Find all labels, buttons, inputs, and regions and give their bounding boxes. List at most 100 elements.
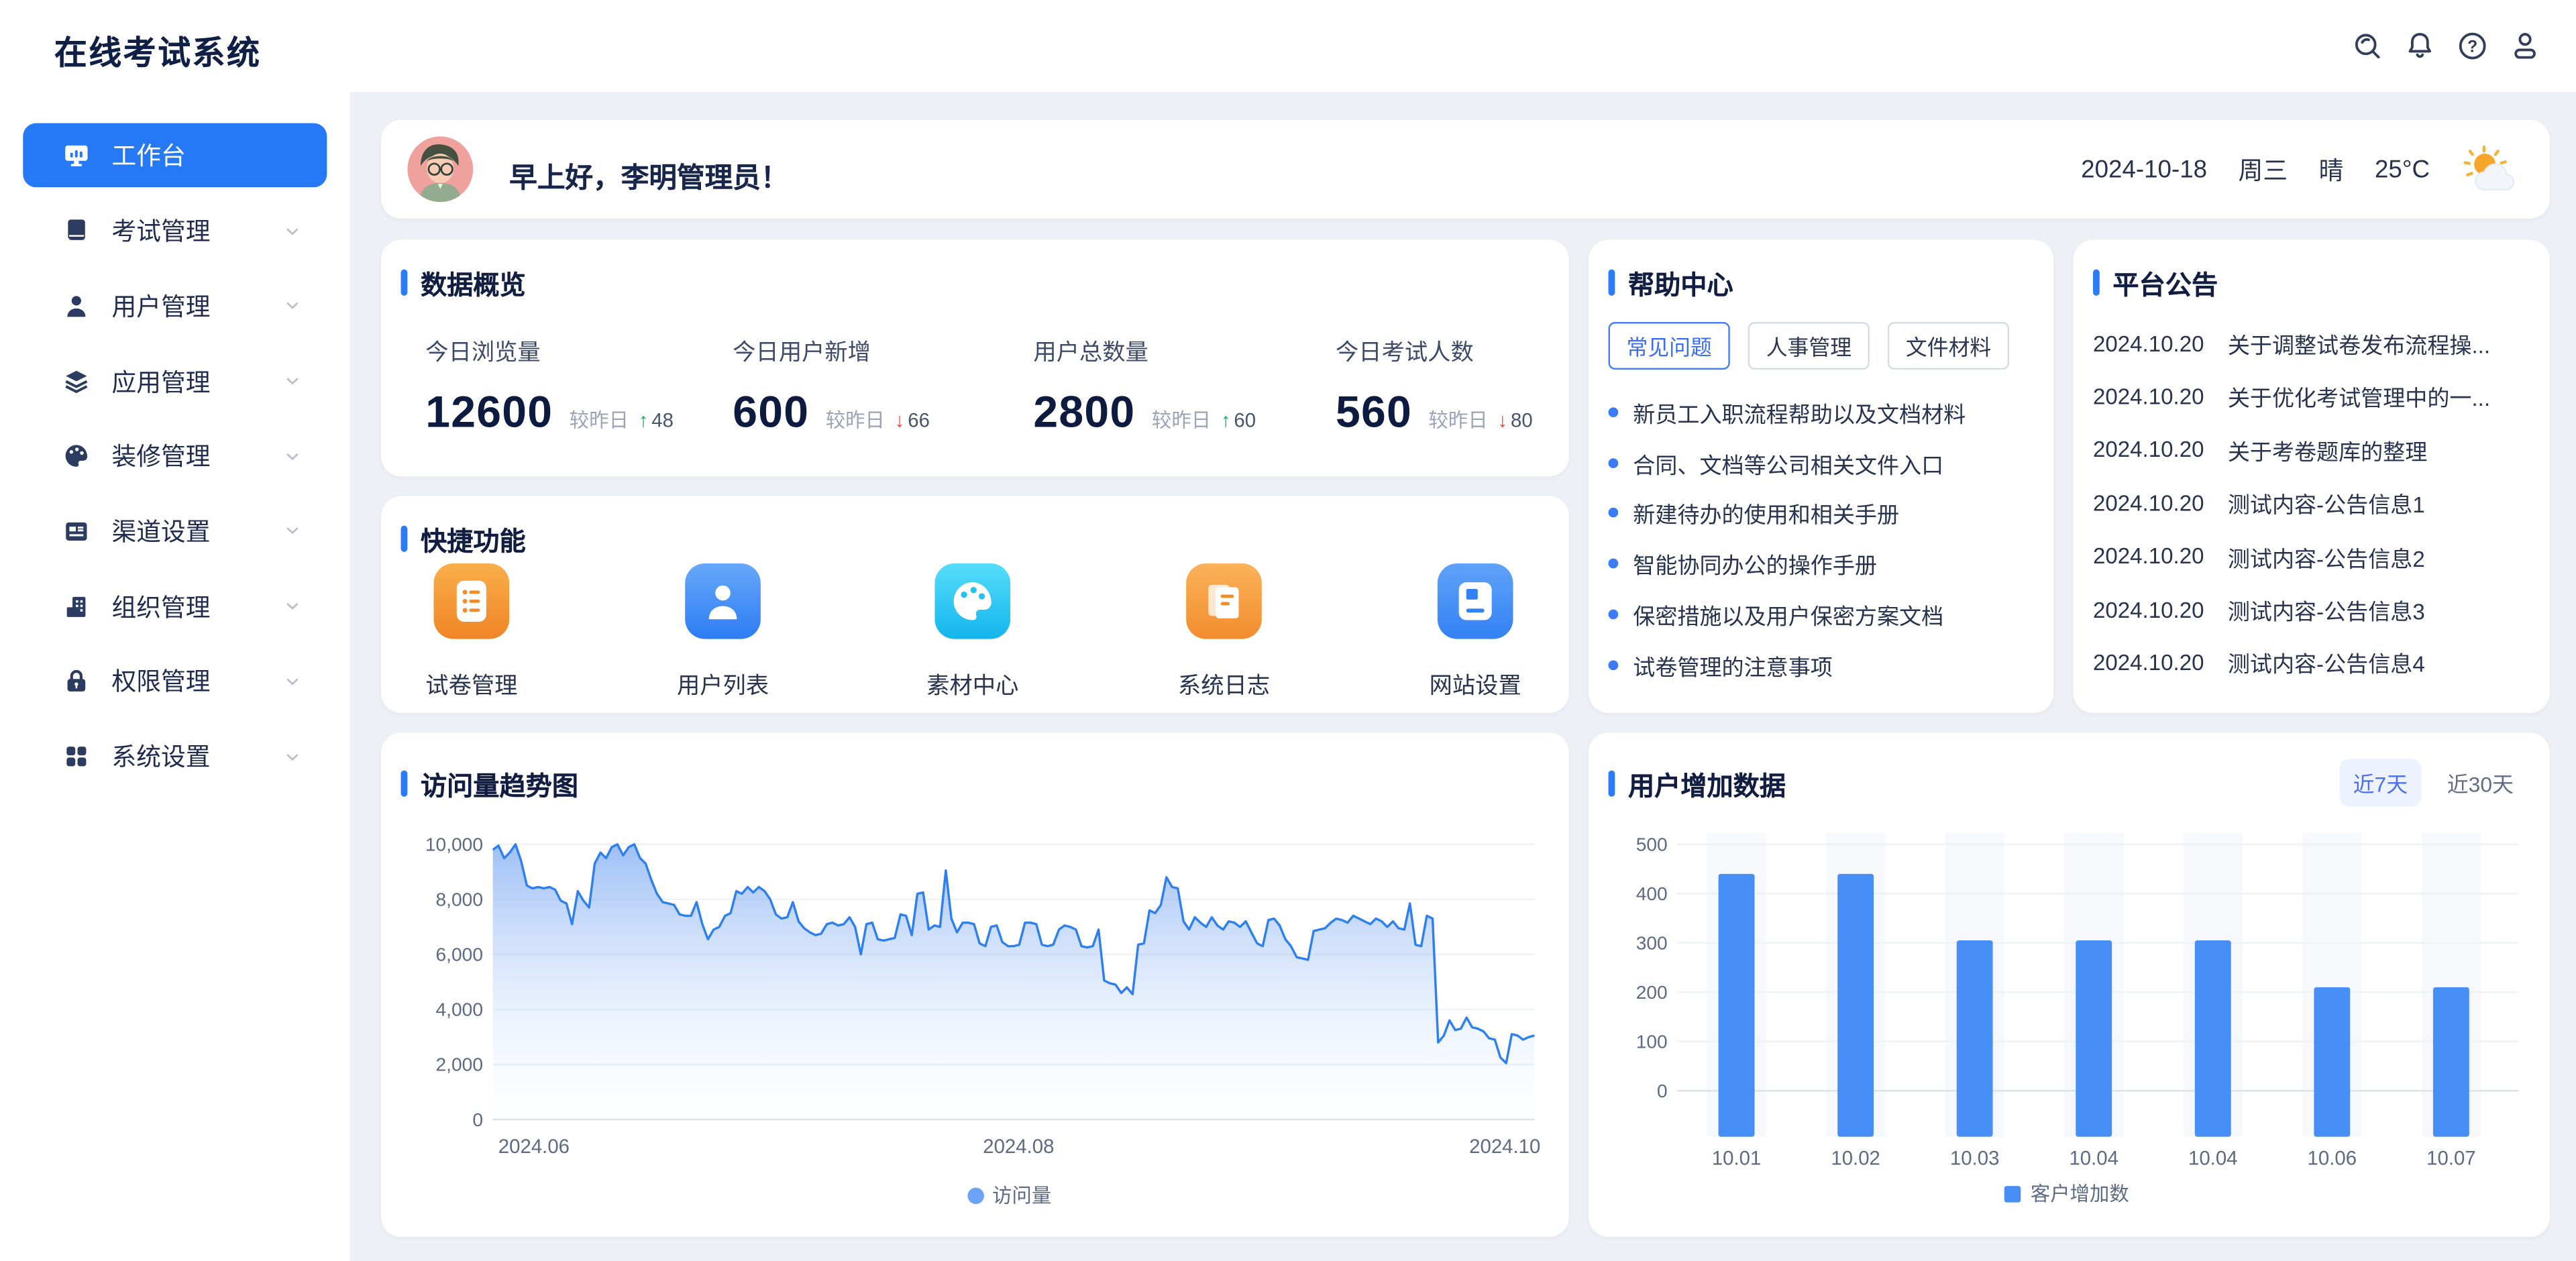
help-list-item[interactable]: 智能协同办公的操作手册 [1609,547,2037,580]
sidebar-item-organization-management[interactable]: 组织管理 [23,574,327,639]
sidebar-item-channel-settings[interactable]: 渠道设置 [23,498,327,563]
date-weather: 2024-10-18 周三 晴 25°C [2081,120,2523,219]
stat-delta: 48 [651,409,674,432]
sidebar-item-label: 系统设置 [112,739,211,773]
announcement-item[interactable]: 2024.10.20关于优化考试管理中的一... [2093,378,2533,415]
card-title: 快捷功能 [401,519,526,559]
tab-files[interactable]: 文件材料 [1888,322,2009,370]
chevron-down-icon [281,219,304,242]
title-accent-bar [401,270,408,296]
range-tabs: 近7天 近30天 [2340,759,2526,806]
quick-item-user-list[interactable]: 用户列表 [649,563,796,702]
svg-text:10.04: 10.04 [2188,1147,2238,1169]
stat-compare-label: 较昨日 [826,406,885,434]
svg-text:0: 0 [472,1109,483,1130]
sidebar-item-user-management[interactable]: 用户管理 [23,274,327,338]
sidebar-item-label: 装修管理 [112,439,211,473]
user-icon[interactable] [2507,28,2543,64]
card-title: 数据概览 [401,263,526,303]
announcement-date: 2024.10.20 [2093,437,2211,462]
sidebar-item-label: 渠道设置 [112,513,211,547]
avatar[interactable] [407,136,473,202]
svg-text:10.04: 10.04 [2069,1147,2118,1169]
help-list-item[interactable]: 新建待办的使用和相关手册 [1609,496,2037,529]
bullet-icon [1609,508,1619,518]
svg-text:400: 400 [1636,883,1668,904]
svg-text:500: 500 [1636,834,1668,855]
trend-arrow-icon: ↑ [639,409,649,432]
stat-new-users: 今日用户新增 600 较昨日 ↓ 66 [733,335,930,439]
bell-icon[interactable] [2402,28,2438,64]
announcement-item[interactable]: 2024.10.20关于考卷题库的整理 [2093,432,2533,468]
sidebar-item-permission-management[interactable]: 权限管理 [23,649,327,713]
announcement-text: 关于优化考试管理中的一... [2228,380,2490,413]
announcement-date: 2024.10.20 [2093,544,2211,569]
sidebar: 工作台 考试管理 用户管理 应用管理 [0,92,350,1261]
announcement-item[interactable]: 2024.10.20测试内容-公告信息3 [2093,592,2533,628]
online-exam-dashboard: 在线考试系统 ? [0,0,2576,1261]
announcement-item[interactable]: 2024.10.20 测试内容-公告信息4 [2093,645,2533,681]
announcement-date: 2024.10.20 [2093,651,2211,675]
announcement-item[interactable]: 2024.10.20测试内容-公告信息1 [2093,485,2533,521]
help-icon[interactable]: ? [2455,28,2491,64]
title-accent-bar [2093,270,2100,296]
trend-arrow-icon: ↓ [1497,409,1507,432]
help-list-item[interactable]: 保密措施以及用户保密方案文档 [1609,598,2037,630]
bullet-icon [1609,660,1619,670]
announcement-text: 测试内容-公告信息3 [2228,593,2425,626]
sidebar-item-label: 应用管理 [112,364,211,398]
sidebar-item-system-settings[interactable]: 系统设置 [23,724,327,789]
quick-functions-card: 快捷功能 试卷管理 用户列表 [381,496,1569,713]
sidebar-item-decoration-management[interactable]: 装修管理 [23,424,327,488]
tab-faq[interactable]: 常见问题 [1609,322,1730,370]
sidebar-item-exam-management[interactable]: 考试管理 [23,199,327,263]
user-list-icon [685,563,761,639]
quick-item-material-center[interactable]: 素材中心 [899,563,1046,702]
data-overview-card: 数据概览 今日浏览量 12600 较昨日 ↑ 48 今日用户新增 600 较昨日… [381,240,1569,477]
help-item-text: 智能协同办公的操作手册 [1633,547,1877,580]
trend-arrow-icon: ↓ [895,409,905,432]
visits-trend-card: 访问量趋势图 02,0004,0006,0008,00010,0002024.0… [381,732,1569,1237]
bullet-icon [1609,610,1619,620]
tab-hr[interactable]: 人事管理 [1748,322,1870,370]
tab-last-30-days[interactable]: 近30天 [2434,759,2526,806]
card-title: 用户增加数据 [1609,764,1786,804]
newspaper-icon [62,516,91,545]
announcement-item[interactable]: 2024.10.20关于调整试卷发布流程操... [2093,325,2533,362]
building-icon [62,592,91,620]
avatar-illustration [407,136,473,202]
svg-text:8,000: 8,000 [436,889,483,910]
quick-item-site-settings[interactable]: 网站设置 [1401,563,1549,702]
help-list-item[interactable]: 试卷管理的注意事项 [1609,649,2037,681]
quick-item-label: 素材中心 [926,669,1018,702]
sidebar-item-label: 考试管理 [112,213,211,248]
stat-label: 用户总数量 [1033,335,1256,368]
svg-text:10.01: 10.01 [1712,1147,1762,1169]
stat-today-examinees: 今日考试人数 560 较昨日 ↓ 80 [1336,335,1533,439]
stat-today-views: 今日浏览量 12600 较昨日 ↑ 48 [425,335,674,439]
quick-item-exam-papers[interactable]: 试卷管理 [398,563,545,702]
sidebar-item-label: 工作台 [112,138,186,172]
chevron-down-icon [281,595,304,618]
help-item-text: 保密措施以及用户保密方案文档 [1633,598,1943,630]
quick-item-system-logs[interactable]: 系统日志 [1150,563,1297,702]
help-list-item[interactable]: 新员工入职流程帮助以及文档材料 [1609,396,2037,429]
card-title-text: 用户增加数据 [1628,764,1786,804]
svg-text:6,000: 6,000 [436,944,483,965]
sidebar-item-app-management[interactable]: 应用管理 [23,349,327,413]
quick-item-label: 网站设置 [1430,669,1521,702]
bullet-icon [1609,559,1619,569]
tab-last-7-days[interactable]: 近7天 [2340,759,2421,806]
sidebar-item-workbench[interactable]: 工作台 [23,123,327,188]
announcement-item[interactable]: 2024.10.20测试内容-公告信息2 [2093,538,2533,574]
announcement-text: 测试内容-公告信息4 [2228,646,2425,679]
search-icon[interactable] [2349,28,2385,64]
svg-text:客户增加数: 客户增加数 [2031,1183,2129,1205]
svg-text:2024.08: 2024.08 [983,1136,1054,1158]
system-logs-icon [1186,563,1262,639]
temperature-text: 25°C [2375,155,2430,183]
help-list-item[interactable]: 合同、文档等公司相关文件入口 [1609,447,2037,480]
exam-papers-icon [434,563,510,639]
svg-text:2,000: 2,000 [436,1054,483,1075]
book-icon [62,217,91,245]
